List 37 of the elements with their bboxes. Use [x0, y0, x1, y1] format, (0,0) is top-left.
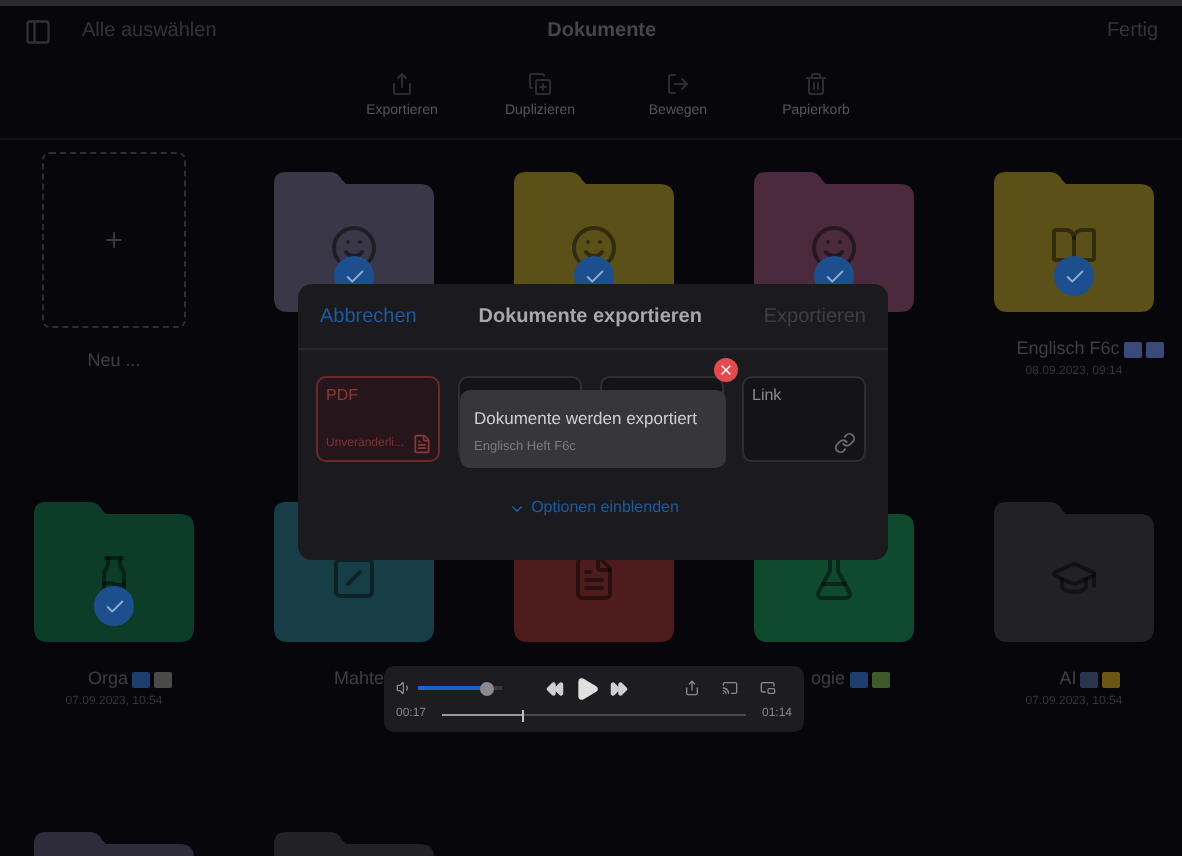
- folder-label: Englisch F6c: [1016, 336, 1120, 362]
- sidebar-icon[interactable]: [24, 17, 52, 45]
- folder-symbol-icon: [810, 554, 858, 602]
- toast-title: Dokumente werden exportiert: [474, 406, 700, 432]
- folder-label: Orga: [87, 666, 128, 692]
- folder[interactable]: [994, 172, 1154, 312]
- volume-slider[interactable]: [418, 681, 502, 695]
- share-icon[interactable]: [684, 680, 700, 696]
- link-icon: [834, 432, 856, 454]
- toolbar-icon[interactable]: [528, 72, 552, 96]
- close-icon[interactable]: [714, 358, 738, 382]
- folder[interactable]: [34, 502, 194, 642]
- toolbar-icon[interactable]: [390, 72, 414, 96]
- pdf-icon: [412, 434, 432, 454]
- toolbar-icon[interactable]: [804, 72, 828, 96]
- option-label: PDF: [326, 384, 358, 408]
- dialog-title: Dokumente exportieren: [478, 303, 702, 331]
- folder-symbol-icon: [570, 554, 618, 602]
- volume-icon[interactable]: [396, 680, 412, 696]
- folder-label: AI: [1059, 666, 1077, 692]
- airplay-icon[interactable]: [722, 680, 738, 696]
- folder-label: Neu ...: [87, 348, 141, 374]
- folder-label: Mahte: [333, 666, 384, 692]
- rewind-icon[interactable]: [546, 679, 564, 697]
- show-options-link[interactable]: Optionen einblenden: [507, 496, 679, 520]
- plus-icon: [102, 228, 126, 252]
- folder-label: ogie: [810, 666, 845, 692]
- page-title: Dokumente: [545, 18, 659, 46]
- export-option-card[interactable]: Link: [742, 376, 866, 462]
- fast-forward-icon[interactable]: [610, 679, 628, 697]
- picture-in-picture-icon[interactable]: [760, 680, 776, 696]
- progress-bar[interactable]: [442, 709, 746, 721]
- toolbar-icon[interactable]: [666, 72, 690, 96]
- cancel-button[interactable]: Abbrechen: [320, 301, 417, 331]
- new-document-tile[interactable]: [42, 152, 186, 328]
- play-icon[interactable]: [574, 675, 600, 701]
- option-label: Link: [752, 384, 782, 408]
